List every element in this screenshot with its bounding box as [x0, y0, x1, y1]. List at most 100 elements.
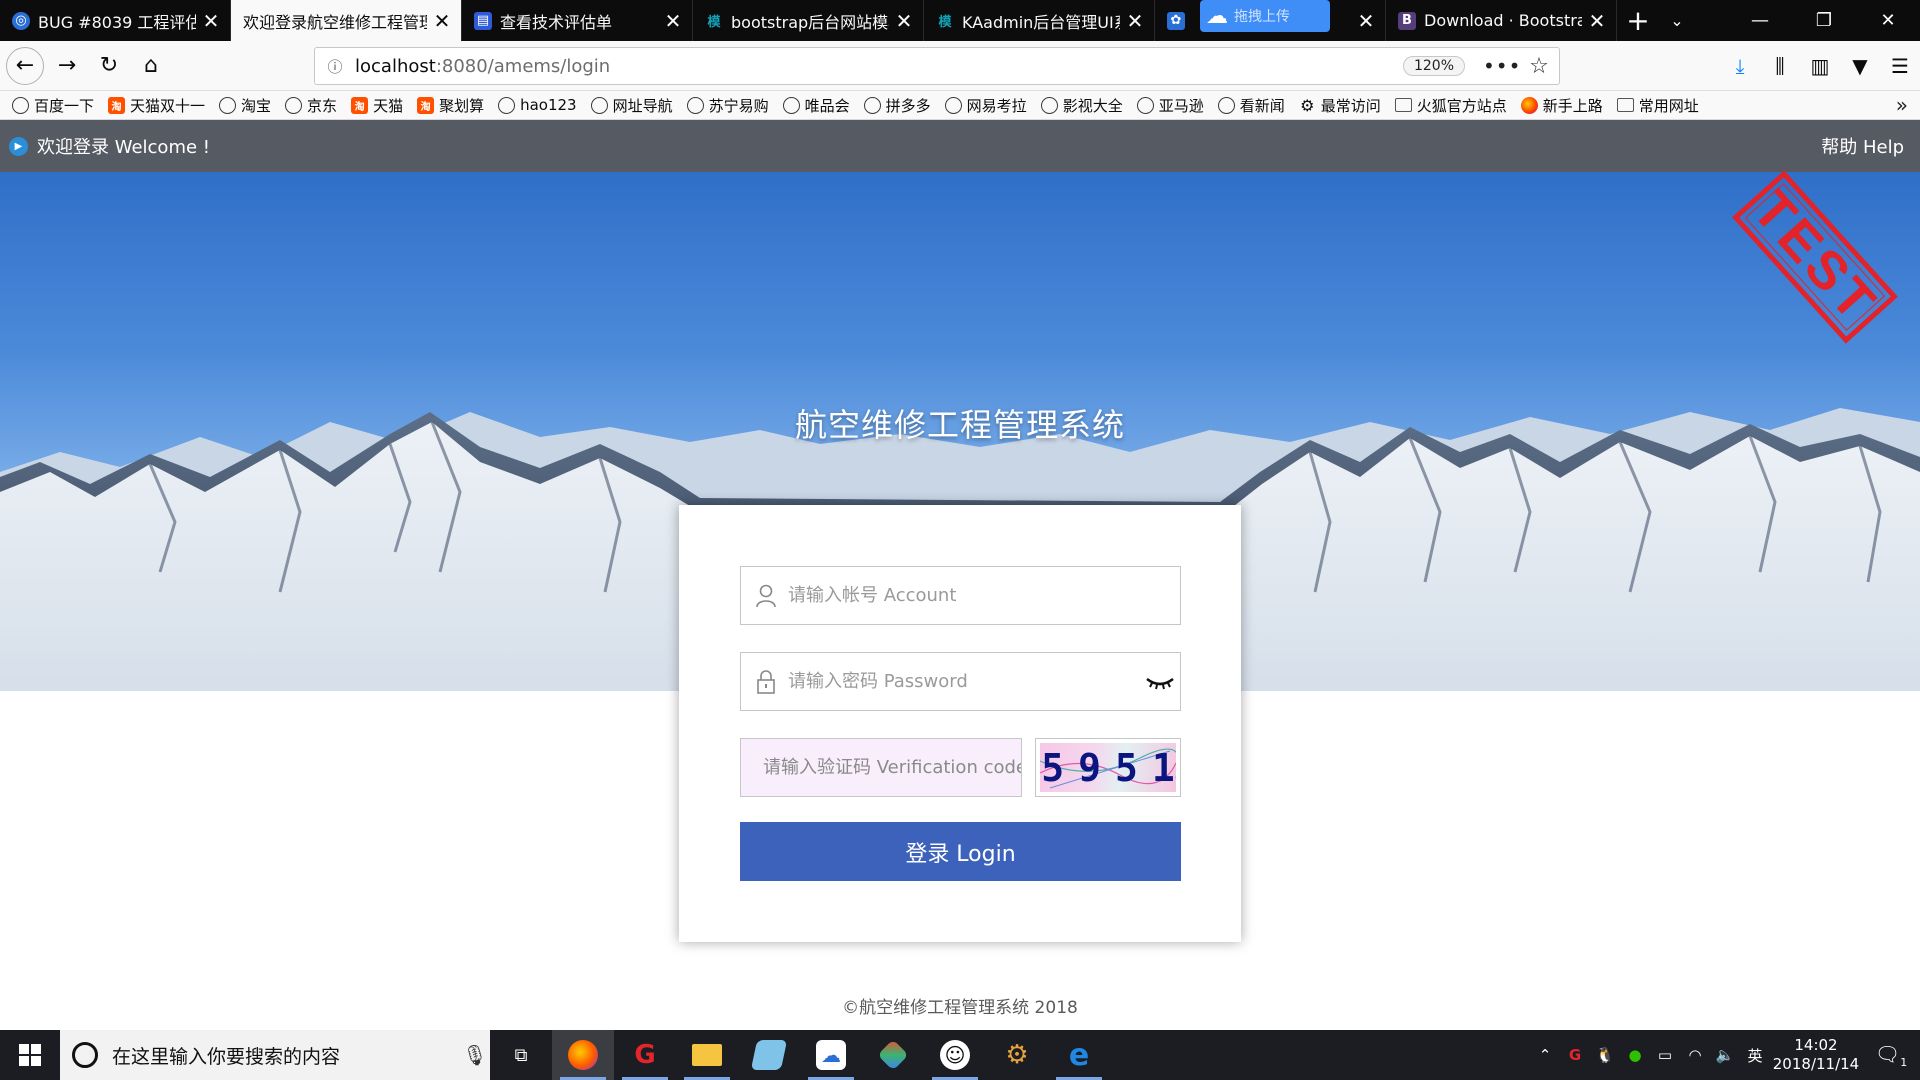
bookmark-label: 网易考拉 [966, 96, 1027, 115]
bookmark-label: 火狐官方站点 [1416, 96, 1507, 115]
close-window-icon[interactable]: ✕ [1856, 0, 1920, 41]
download-icon[interactable]: ⤓ [1720, 54, 1760, 78]
bookmark-star-icon[interactable]: ☆ [1519, 54, 1559, 79]
tray-wifi-icon[interactable]: ◠ [1680, 1046, 1710, 1064]
sidebar-icon[interactable]: ▥ [1800, 54, 1840, 78]
bookmark-item[interactable]: 拼多多 [863, 95, 931, 116]
tab-close-icon[interactable]: ✕ [664, 11, 682, 31]
ime-indicator[interactable]: 英 [1740, 1045, 1770, 1066]
tab-bootstrap-download[interactable]: B Download · Bootstrap ✕ [1386, 0, 1617, 41]
file-explorer-icon[interactable] [676, 1030, 738, 1080]
verification-input[interactable] [741, 757, 1021, 778]
tab-title: BUG #8039 工程评估 [38, 12, 196, 32]
globe-icon [1217, 96, 1235, 114]
notification-count: 1 [1900, 1055, 1908, 1069]
forward-arrow-icon[interactable]: → [48, 47, 86, 85]
bookmark-item[interactable]: 淘天猫 [351, 95, 403, 116]
extension-icon[interactable]: ▼ [1840, 54, 1880, 78]
settings-gear-app-icon[interactable]: ⚙ [986, 1030, 1048, 1080]
microphone-icon[interactable]: 🎙 [460, 1043, 490, 1067]
tray-expand-icon[interactable]: ⌃ [1530, 1046, 1560, 1064]
taskbar-search[interactable]: 在这里输入你要搜索的内容 🎙 [60, 1030, 490, 1080]
zoom-indicator[interactable]: 120% [1402, 56, 1465, 76]
bookmark-item[interactable]: 唯品会 [782, 95, 850, 116]
bookmark-item[interactable]: hao123 [498, 96, 577, 114]
antivirus-taskbar-icon[interactable]: G [614, 1030, 676, 1080]
reload-icon[interactable]: ↻ [90, 47, 128, 85]
back-arrow-icon[interactable]: ← [6, 46, 44, 85]
password-input[interactable] [788, 671, 1140, 692]
address-bar[interactable]: ⓘ localhost:8080/amems/login 120% ••• ☆ [314, 47, 1560, 85]
tray-qq-icon[interactable]: 🐧 [1590, 1046, 1620, 1064]
tab-login[interactable]: 欢迎登录航空维修工程管理 ✕ [231, 0, 462, 41]
bookmark-label: 网址导航 [612, 96, 673, 115]
notification-center-icon[interactable]: 🗨1 [1862, 1042, 1920, 1069]
menu-hamburger-icon[interactable]: ☰ [1880, 54, 1920, 78]
bookmark-item[interactable]: 影视大全 [1040, 95, 1123, 116]
tray-wechat-icon[interactable]: ● [1620, 1046, 1650, 1064]
tray-volume-icon[interactable]: 🔈 [1710, 1046, 1740, 1064]
password-field[interactable] [740, 652, 1181, 711]
bookmark-item[interactable]: 新手上路 [1520, 95, 1603, 116]
closed-eye-icon[interactable] [1140, 674, 1180, 690]
tab-close-icon[interactable]: ✕ [1588, 11, 1606, 31]
site-info-icon[interactable]: ⓘ [315, 56, 355, 77]
verification-field[interactable] [740, 738, 1022, 797]
tab-close-icon[interactable]: ✕ [202, 11, 220, 31]
bookmark-item[interactable]: 淘聚划算 [417, 95, 484, 116]
bookmark-item[interactable]: 京东 [285, 95, 337, 116]
system-tray: ⌃ G 🐧 ● ▭ ◠ 🔈 英 14:02 2018/11/14 🗨1 [1530, 1030, 1920, 1080]
restore-icon[interactable]: ❐ [1792, 0, 1856, 41]
bookmark-item[interactable]: 火狐官方站点 [1394, 95, 1507, 116]
tab-kaadmin[interactable]: 模 KAadmin后台管理UI系 ✕ [924, 0, 1155, 41]
taskbar-clock[interactable]: 14:02 2018/11/14 [1770, 1036, 1862, 1074]
bookmark-item[interactable]: 淘天猫双十一 [108, 95, 205, 116]
baidu-cloud-icon[interactable]: ☁ [800, 1030, 862, 1080]
tray-antivirus-icon[interactable]: G [1560, 1046, 1590, 1064]
drag-upload-widget[interactable]: ☁ 拖拽上传 [1200, 0, 1330, 32]
firefox-taskbar-icon[interactable] [552, 1030, 614, 1080]
task-view-icon[interactable]: ⧉ [490, 1030, 552, 1080]
bookmark-item[interactable]: 亚马逊 [1136, 95, 1204, 116]
account-field[interactable] [740, 566, 1181, 625]
tab-tech-eval[interactable]: ▤ 查看技术评估单 ✕ [462, 0, 693, 41]
tab-close-icon[interactable]: ✕ [1357, 11, 1375, 31]
tab-list-chevron-icon[interactable]: ⌄ [1659, 0, 1695, 41]
library-icon[interactable]: ⫼ [1760, 54, 1800, 78]
new-tab-button[interactable]: + [1617, 0, 1659, 41]
url-text[interactable]: localhost:8080/amems/login [355, 56, 1403, 77]
tab-close-icon[interactable]: ✕ [433, 11, 451, 31]
tab-bug[interactable]: ◎ BUG #8039 工程评估 ✕ [0, 0, 231, 41]
cortana-icon[interactable] [72, 1042, 98, 1068]
globe-icon [590, 96, 608, 114]
page-header: ▶ 欢迎登录 Welcome ! 帮助 Help [0, 120, 1920, 172]
login-button[interactable]: 登录 Login [740, 822, 1181, 881]
toolbar-right: ⤓ ⫼ ▥ ▼ ☰ [1720, 41, 1920, 91]
bookmark-item[interactable]: 百度一下 [12, 95, 94, 116]
tab-close-icon[interactable]: ✕ [1126, 11, 1144, 31]
bookmark-item[interactable]: 网易考拉 [944, 95, 1027, 116]
bookmark-item[interactable]: ⚙ 最常访问 [1299, 95, 1381, 116]
minimize-icon[interactable]: — [1728, 0, 1792, 41]
captcha-image[interactable]: 5951 [1035, 738, 1181, 797]
tab-close-icon[interactable]: ✕ [895, 11, 913, 31]
home-icon[interactable]: ⌂ [132, 47, 170, 85]
help-link[interactable]: 帮助 Help [1821, 133, 1904, 159]
bookmark-item[interactable]: 看新闻 [1217, 95, 1285, 116]
bookmark-item[interactable]: 苏宁易购 [686, 95, 769, 116]
bookmark-item[interactable]: 淘宝 [219, 95, 271, 116]
bookmarks-overflow-icon[interactable]: » [1896, 93, 1908, 117]
tray-battery-icon[interactable]: ▭ [1650, 1046, 1680, 1064]
account-input[interactable] [788, 585, 1180, 606]
git-app-icon[interactable] [862, 1030, 924, 1080]
page-actions-icon[interactable]: ••• [1483, 54, 1520, 78]
start-windows-icon[interactable] [0, 1030, 60, 1080]
smiley-app-icon[interactable]: ☺ [924, 1030, 986, 1080]
tab-bootstrap-template[interactable]: 模 bootstrap后台网站模板 ✕ [693, 0, 924, 41]
taskbar-search-text[interactable]: 在这里输入你要搜索的内容 [112, 1042, 460, 1069]
paw-icon: ✿ [1167, 11, 1185, 30]
bookmark-item[interactable]: 网址导航 [590, 95, 673, 116]
notepad-app-icon[interactable] [738, 1030, 800, 1080]
bookmark-item[interactable]: 常用网址 [1616, 95, 1699, 116]
edge-browser-icon[interactable]: e [1048, 1030, 1110, 1080]
